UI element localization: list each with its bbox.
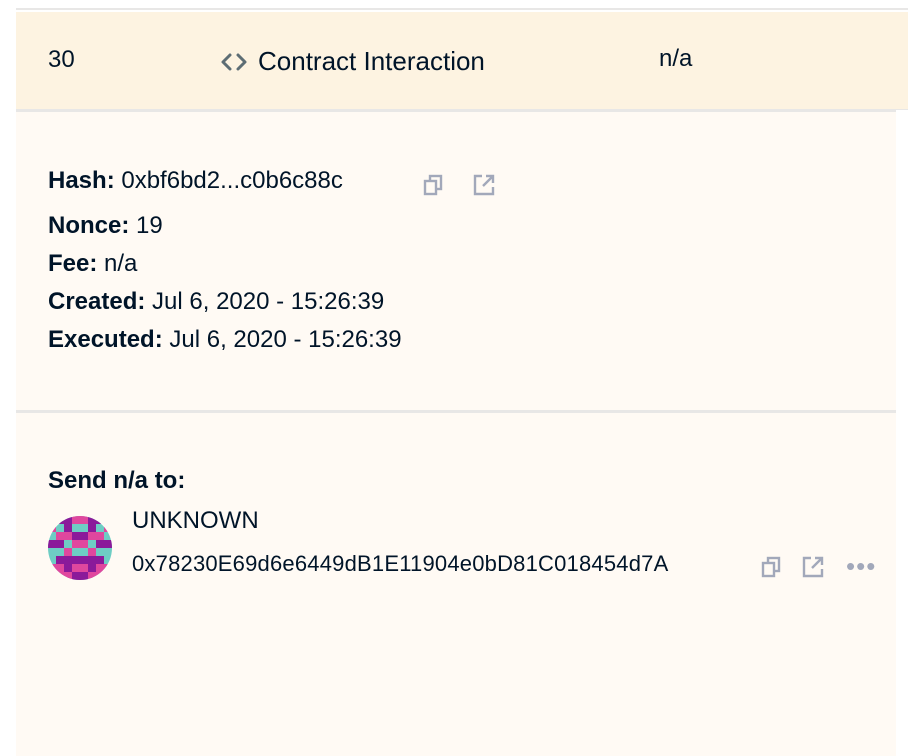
executed-label: Executed: (48, 326, 163, 353)
external-link-icon[interactable] (801, 555, 825, 579)
created-label: Created: (48, 288, 146, 315)
copy-icon[interactable] (422, 173, 446, 197)
transaction-details-panel: Hash: 0xbf6bd2...c0b6c88c Nonce: 19 Fee:… (16, 112, 896, 413)
external-link-icon[interactable] (472, 173, 496, 197)
transaction-amount: n/a (659, 45, 693, 72)
hash-line: Hash: 0xbf6bd2...c0b6c88c (48, 167, 343, 195)
avatar (48, 516, 112, 580)
right-margin (896, 110, 908, 756)
nonce-value: 19 (136, 212, 163, 239)
fee-line: Fee: n/a (48, 250, 137, 278)
transaction-type: Contract Interaction (220, 46, 485, 77)
created-line: Created: Jul 6, 2020 - 15:26:39 (48, 288, 384, 316)
copy-icon[interactable] (760, 555, 784, 579)
hash-value: 0xbf6bd2...c0b6c88c (121, 167, 343, 194)
transaction-nonce: 30 (48, 46, 75, 73)
hash-label: Hash: (48, 167, 115, 194)
recipient-address: 0x78230E69d6e6449dB1E11904e0bD81C018454d… (132, 551, 669, 576)
left-margin (0, 0, 16, 756)
previous-row-divider (16, 0, 908, 10)
send-title: Send n/a to: (48, 467, 186, 494)
nonce-label: Nonce: (48, 212, 130, 239)
executed-value: Jul 6, 2020 - 15:26:39 (169, 326, 402, 353)
created-value: Jul 6, 2020 - 15:26:39 (152, 288, 385, 315)
nonce-line: Nonce: 19 (48, 212, 163, 240)
fee-label: Fee: (48, 250, 98, 277)
transaction-type-label: Contract Interaction (258, 46, 485, 76)
transaction-row[interactable]: 30 Contract Interaction n/a (16, 12, 908, 112)
fee-value: n/a (104, 250, 138, 277)
code-icon (220, 50, 248, 74)
more-dots-icon[interactable]: ••• (846, 551, 876, 581)
recipient-name: UNKNOWN (132, 507, 259, 534)
executed-line: Executed: Jul 6, 2020 - 15:26:39 (48, 326, 402, 354)
recipient-panel: Send n/a to: UNKNOWN 0x78230E69d6e6449dB… (16, 413, 896, 756)
